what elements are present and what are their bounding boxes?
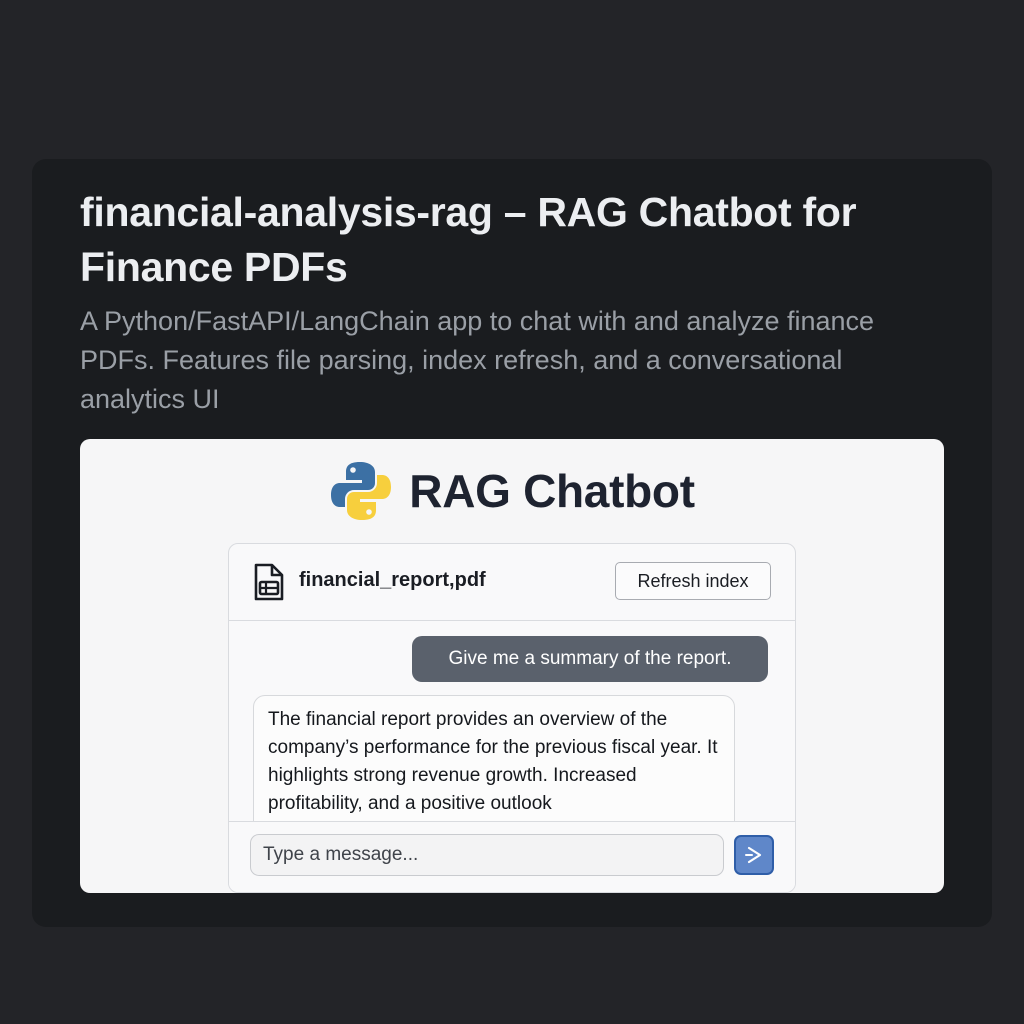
python-logo-icon <box>331 462 392 520</box>
card-title: financial-analysis-rag – RAG Chatbot for… <box>80 189 857 290</box>
app-header: RAG Chatbot <box>80 459 944 523</box>
refresh-index-button[interactable]: Refresh index <box>615 562 771 600</box>
chat-panel: financial_report,pdf Refresh index Give … <box>228 543 796 893</box>
card-description: A Python/FastAPI/LangChain app to chat w… <box>80 306 875 414</box>
file-document-icon <box>254 563 284 601</box>
send-button[interactable] <box>734 835 774 875</box>
file-bar: financial_report,pdf Refresh index <box>229 544 795 621</box>
message-input-bar <box>229 821 795 892</box>
user-message: Give me a summary of the report. <box>412 636 768 682</box>
file-name: financial_report,pdf <box>299 569 486 591</box>
app-title: RAG Chatbot <box>409 465 695 517</box>
assistant-message: The financial report provides an overvie… <box>253 695 735 835</box>
send-arrow-icon <box>745 846 762 864</box>
app-preview: RAG Chatbot financial_report,pdf Refresh… <box>80 439 944 893</box>
project-card: financial-analysis-rag – RAG Chatbot for… <box>32 159 992 927</box>
message-input[interactable] <box>250 834 724 876</box>
